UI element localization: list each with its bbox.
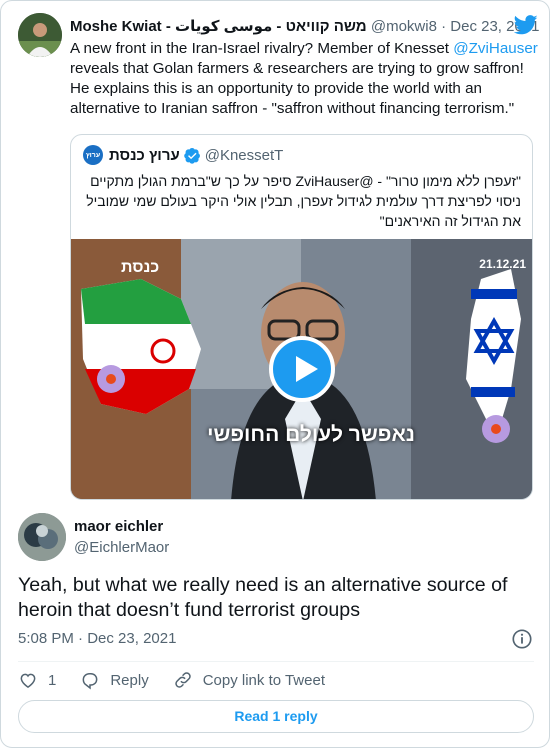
mention-link[interactable]: @ZviHauser bbox=[453, 40, 538, 57]
main-tweet-text: Yeah, but what we really need is an alte… bbox=[18, 574, 508, 621]
tweet-date[interactable]: Dec 23, 2021 bbox=[87, 630, 176, 647]
heart-icon bbox=[20, 673, 36, 688]
main-avatar[interactable] bbox=[18, 513, 66, 561]
tweet-timestamp[interactable]: 5:08 PM · Dec 23, 2021 bbox=[18, 630, 176, 647]
verified-badge-icon bbox=[183, 147, 200, 164]
quoted-avatar[interactable]: ערוץ bbox=[83, 145, 103, 165]
parent-header: Moshe Kwiat - משה קוויאט - موسى كويات @m… bbox=[70, 17, 540, 35]
parent-author-name[interactable]: Moshe Kwiat - משה קוויאט - موسى كويات bbox=[70, 18, 367, 35]
tweet-embed-card: Moshe Kwiat - משה קוויאט - موسى كويات @m… bbox=[0, 0, 550, 748]
main-handle[interactable]: @EichlerMaor bbox=[74, 539, 169, 556]
copy-link-label: Copy link to Tweet bbox=[202, 671, 325, 689]
parent-tweet-text: A new front in the Iran-Israel rivalry? … bbox=[70, 39, 540, 119]
separator: · bbox=[78, 630, 84, 647]
like-button[interactable]: 1 bbox=[18, 670, 56, 690]
play-button-icon[interactable] bbox=[269, 336, 335, 402]
reply-icon bbox=[82, 673, 98, 690]
reply-button[interactable]: Reply bbox=[80, 670, 149, 690]
twitter-bird-icon[interactable] bbox=[514, 15, 538, 35]
copy-link-button[interactable]: Copy link to Tweet bbox=[173, 670, 325, 690]
quoted-tweet-text: "זעפרן ללא מימון טרור" - @ZviHauser סיפר… bbox=[86, 173, 521, 229]
overlay-caption: נאפשר לעולם החופשי bbox=[207, 423, 415, 446]
like-count: 1 bbox=[48, 671, 57, 689]
overlay-knesset-logo: כנסת bbox=[121, 259, 160, 276]
parent-avatar[interactable] bbox=[18, 13, 62, 57]
main-author-name[interactable]: maor eichler bbox=[74, 518, 163, 535]
parent-text-part2: reveals that Golan farmers & researchers… bbox=[70, 60, 524, 117]
tweet-time[interactable]: 5:08 PM bbox=[18, 630, 74, 647]
video-thumbnail[interactable]: כנסת 21.12.21 נאפשר לעולם החופשי bbox=[71, 239, 532, 499]
overlay-date: 21.12.21 bbox=[479, 257, 526, 271]
divider bbox=[18, 661, 534, 662]
quoted-author-name[interactable]: ערוץ כנסת bbox=[109, 147, 180, 164]
quoted-tweet[interactable]: ערוץ ערוץ כנסת @KnessetT "זעפרן ללא מימו… bbox=[70, 134, 533, 500]
link-icon bbox=[174, 672, 191, 688]
quoted-handle[interactable]: @KnessetT bbox=[205, 147, 284, 164]
tweet-actions: 1 Reply Copy link to Tweet bbox=[18, 669, 349, 691]
parent-handle[interactable]: @mokwi8 bbox=[371, 18, 437, 35]
separator: · bbox=[441, 18, 447, 35]
info-icon[interactable] bbox=[511, 628, 533, 650]
parent-text-part1: A new front in the Iran-Israel rivalry? … bbox=[70, 40, 454, 57]
reply-label: Reply bbox=[110, 671, 149, 689]
quoted-header: ערוץ ערוץ כנסת @KnessetT bbox=[83, 145, 283, 165]
read-replies-button[interactable]: Read 1 reply bbox=[18, 700, 534, 733]
